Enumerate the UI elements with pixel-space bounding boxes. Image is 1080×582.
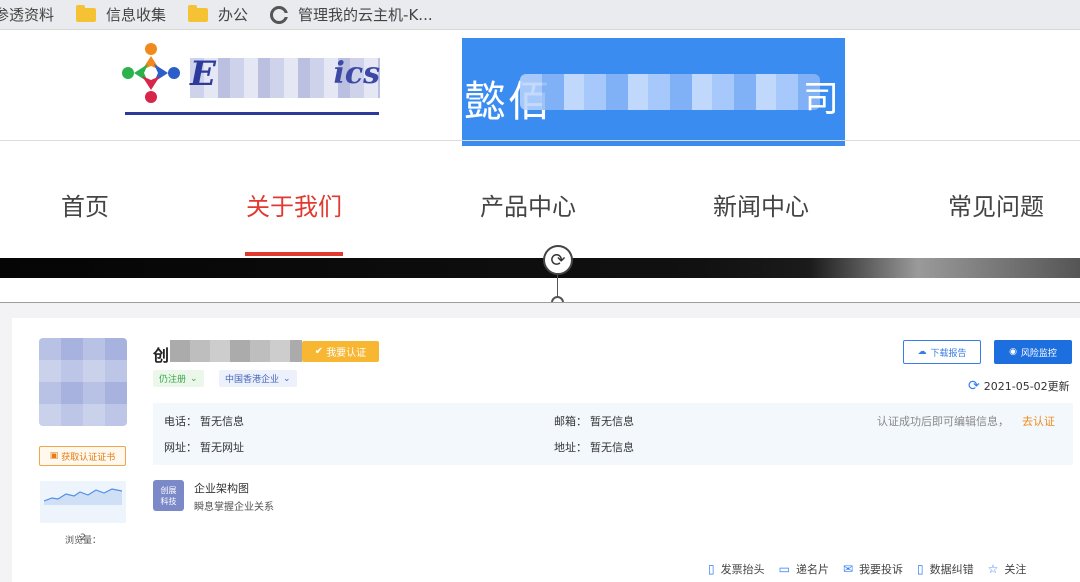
address-label: 地址： xyxy=(554,441,587,454)
shield-check-icon: ✔ xyxy=(314,346,324,357)
logo-underline xyxy=(125,112,379,115)
download-report-label: 下载报告 xyxy=(930,348,967,359)
go-verify-link[interactable]: 去认证 xyxy=(1022,413,1055,429)
logo-wordmark: E ics xyxy=(190,54,380,98)
nav-item-about[interactable]: 关于我们 xyxy=(246,187,342,222)
brand-first-char: 懿 xyxy=(464,77,507,126)
folder-icon xyxy=(76,4,97,22)
logo-text-end: ics xyxy=(333,56,380,91)
company-avatar xyxy=(39,338,127,426)
action-label: 数据纠错 xyxy=(929,563,974,576)
nav-item-products[interactable]: 产品中心 xyxy=(480,187,576,222)
bookmark-item[interactable]: 信息收集 xyxy=(76,4,166,25)
org-icon-line2: 科技 xyxy=(160,496,177,506)
handle-line xyxy=(557,275,558,297)
action-label: 关注 xyxy=(1004,563,1027,576)
status-tag[interactable]: 仍注册 ⌄ xyxy=(153,370,204,387)
rotate-handle-icon[interactable]: ⟳ xyxy=(543,245,573,275)
complaint-button[interactable]: ✉ 我要投诉 xyxy=(843,561,903,577)
org-icon-line1: 创展 xyxy=(160,485,177,495)
card-icon: ▭ xyxy=(778,562,790,576)
get-certificate-label: 获取认证证书 xyxy=(61,452,116,463)
banner-strip xyxy=(0,258,1080,278)
phone-value: 暂无信息 xyxy=(200,415,244,428)
bookmark-label: 办公 xyxy=(218,6,249,24)
org-chart-title[interactable]: 企业架构图 xyxy=(194,480,249,496)
action-label: 发票抬头 xyxy=(720,563,765,576)
region-tag[interactable]: 中国香港企业 ⌄ xyxy=(219,370,297,387)
chevron-down-icon: ⌄ xyxy=(283,373,291,384)
updated-text: 2021-05-02更新 xyxy=(983,380,1070,393)
bookmarks-bar: 参透资料 信息收集 办公 管理我的云主机-K... xyxy=(0,0,1080,30)
get-certificate-button[interactable]: ▣ 获取认证证书 xyxy=(39,446,126,466)
edit-doc-icon: ▯ xyxy=(917,562,924,576)
logo-icon[interactable] xyxy=(118,40,184,106)
company-name: 创 xyxy=(153,346,170,365)
main-nav: 首页 关于我们 产品中心 新闻中心 常见问题 xyxy=(0,141,1080,258)
website-label: 网址： xyxy=(164,441,197,454)
bookmark-item[interactable]: 管理我的云主机-K... xyxy=(270,4,433,25)
follow-button[interactable]: ☆ 关注 xyxy=(988,561,1027,577)
region-tag-label: 中国香港企业 xyxy=(225,375,280,385)
chevron-down-icon: ⌄ xyxy=(190,373,198,384)
bookmark-label: 信息收集 xyxy=(106,6,167,24)
org-icon-text: 创展 科技 xyxy=(161,485,177,507)
cert-note: 认证成功后即可编辑信息， xyxy=(877,415,1009,428)
email-value: 暂无信息 xyxy=(590,415,634,428)
nav-item-home[interactable]: 首页 xyxy=(61,187,109,222)
invoice-icon: ▯ xyxy=(708,562,715,576)
action-label: 我要投诉 xyxy=(859,563,904,576)
website-value: 暂无网址 xyxy=(200,441,244,454)
blurred-region xyxy=(170,340,302,362)
g-icon xyxy=(270,5,289,24)
download-report-button[interactable]: ☁ 下载报告 xyxy=(903,340,981,364)
logo-text-start: E xyxy=(190,54,216,94)
action-label: 递名片 xyxy=(795,563,829,576)
update-info[interactable]: ⟳ 2021-05-02更新 xyxy=(968,378,1070,394)
bookmark-item[interactable]: 参透资料 xyxy=(0,4,54,25)
org-chart-subtitle: 瞬息掌握企业关系 xyxy=(194,502,274,513)
invoice-header-button[interactable]: ▯ 发票抬头 xyxy=(708,561,765,577)
bookmark-label: 管理我的云主机-K... xyxy=(298,6,433,24)
mail-icon: ✉ xyxy=(842,562,854,576)
nav-item-news[interactable]: 新闻中心 xyxy=(713,187,809,222)
nav-item-faq[interactable]: 常见问题 xyxy=(948,187,1044,222)
bookmark-item[interactable]: 办公 xyxy=(188,4,248,25)
org-chart-icon[interactable]: 创展 科技 xyxy=(153,480,184,511)
views-widget: 浏览量： 2 xyxy=(40,481,126,546)
refresh-icon: ⟳ xyxy=(968,378,980,394)
nav-active-indicator xyxy=(245,252,343,256)
risk-monitor-button[interactable]: ◉ 风险监控 xyxy=(994,340,1072,364)
status-tag-label: 仍注册 xyxy=(159,375,187,385)
verify-button[interactable]: ✔ 我要认证 xyxy=(302,341,379,362)
brand-last-char: 司 xyxy=(802,79,839,120)
star-icon: ☆ xyxy=(987,562,999,576)
views-count: 2 xyxy=(80,533,86,543)
action-bar: ▯ 发票抬头 ▭ 递名片 ✉ 我要投诉 ▯ 数据纠错 ☆ 关注 xyxy=(708,560,1026,578)
blurred-region xyxy=(520,74,820,110)
email-label: 邮箱： xyxy=(554,415,587,428)
folder-icon xyxy=(188,4,209,22)
address-value: 暂无信息 xyxy=(590,441,634,454)
bookmark-label: 参透资料 xyxy=(0,6,55,24)
certificate-icon: ▣ xyxy=(49,451,59,461)
verify-label: 我要认证 xyxy=(326,348,367,359)
send-card-button[interactable]: ▭ 递名片 xyxy=(779,561,829,577)
data-correction-button[interactable]: ▯ 数据纠错 xyxy=(917,561,974,577)
risk-monitor-label: 风险监控 xyxy=(1020,348,1057,359)
views-sparkline-icon xyxy=(44,488,122,505)
brand-banner: 懿 佰 司 xyxy=(462,38,845,146)
eye-icon: ◉ xyxy=(1009,347,1017,357)
cloud-download-icon: ☁ xyxy=(917,347,927,357)
phone-label: 电话： xyxy=(164,415,197,428)
